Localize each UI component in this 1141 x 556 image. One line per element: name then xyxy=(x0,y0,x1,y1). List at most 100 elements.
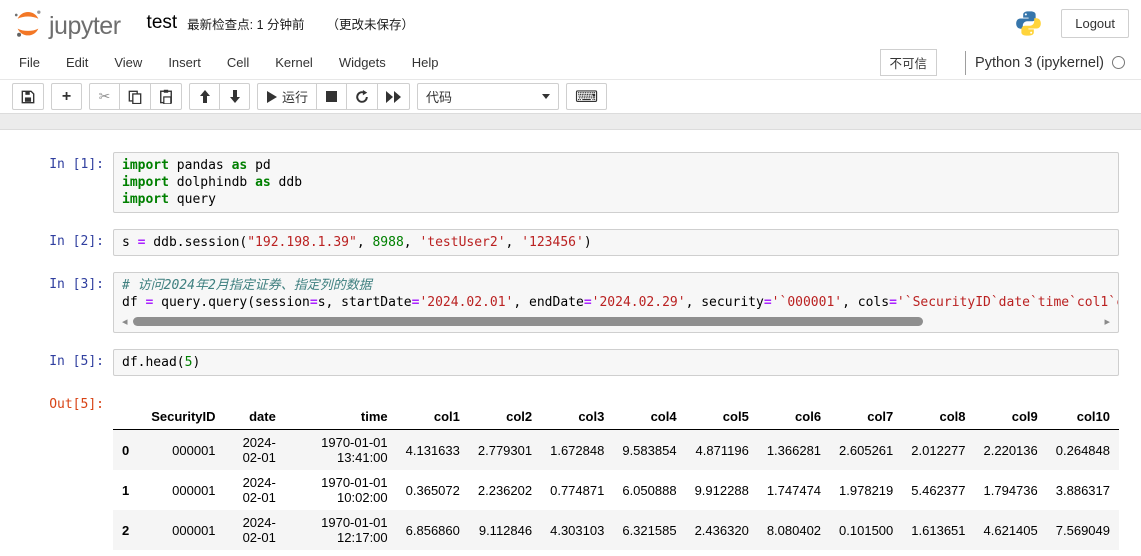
column-header xyxy=(113,404,143,430)
column-header: col5 xyxy=(685,404,758,430)
column-header: col6 xyxy=(757,404,831,430)
input-prompt: In [3]: xyxy=(49,277,104,292)
table-cell: 7.309790 xyxy=(758,550,830,556)
fast-forward-icon xyxy=(386,90,402,103)
trust-status-button[interactable]: 不可信 xyxy=(879,49,938,76)
restart-run-all-button[interactable] xyxy=(377,83,411,110)
code-input-area[interactable]: import pandas as pd import dolphindb as d… xyxy=(113,152,1119,213)
table-cell: 000001 xyxy=(172,482,216,498)
copy-cell-button[interactable] xyxy=(119,83,151,110)
table-cell: 000001 xyxy=(142,550,224,556)
column-header: SecurityID xyxy=(142,404,225,430)
table-cell: 4.871196 xyxy=(695,442,749,458)
row-index: 3 xyxy=(113,550,142,556)
column-header: col1 xyxy=(396,404,469,430)
column-header: time xyxy=(284,404,397,430)
table-cell: 4.303103 xyxy=(550,522,605,538)
table-cell: 7.299442 xyxy=(902,550,974,556)
cell-type-value: 代码 xyxy=(426,90,453,105)
table-cell: 2.779301 xyxy=(477,442,533,458)
table-cell: 7.569049 xyxy=(1055,522,1110,538)
restart-kernel-button[interactable] xyxy=(346,83,379,110)
column-header: col9 xyxy=(974,404,1047,430)
table-cell: 4.663135 xyxy=(469,550,541,556)
notebook-title[interactable]: test xyxy=(147,12,178,34)
table-cell: 2.605261 xyxy=(839,442,894,458)
horizontal-scrollbar[interactable]: ◂ ▸ xyxy=(122,316,1110,328)
table-cell: 1.978219 xyxy=(839,482,894,498)
menu-item-kernel[interactable]: Kernel xyxy=(262,47,326,78)
run-cell-button[interactable]: 运行 xyxy=(257,83,318,110)
menu-item-view[interactable]: View xyxy=(101,47,155,78)
paste-cell-button[interactable] xyxy=(150,83,182,110)
command-palette-button[interactable]: ⌨ xyxy=(566,83,608,110)
interrupt-kernel-button[interactable] xyxy=(316,83,348,110)
header-bottom-strip xyxy=(0,113,1141,130)
table-cell: 1970-01-01 13:41:00 xyxy=(321,435,388,465)
menubar-items: File Edit View Insert Cell Kernel Widgets Help xyxy=(6,47,452,78)
menu-item-cell[interactable]: Cell xyxy=(214,47,262,78)
table-row: 1 000001 2024-02-01 1970-01-01 10:02:00 0.36… xyxy=(113,470,1119,510)
table-cell: 2024-02-01 xyxy=(242,515,276,545)
up-arrow-icon xyxy=(199,90,210,103)
code-cell: In [2]: s = ddb.session("192.198.1.39", 8… xyxy=(0,229,1119,256)
table-cell: 1.747474 xyxy=(766,482,822,498)
jupyter-wordmark: jupyter xyxy=(49,12,121,40)
table-cell: 2.236202 xyxy=(477,482,533,498)
menu-item-help[interactable]: Help xyxy=(399,47,452,78)
table-cell: 4.131633 xyxy=(405,442,460,458)
table-cell: 0.101500 xyxy=(839,522,894,538)
menu-item-file[interactable]: File xyxy=(6,47,53,78)
table-cell: 1970-01-01 10:02:00 xyxy=(321,475,388,505)
paste-icon xyxy=(160,89,172,104)
menu-item-edit[interactable]: Edit xyxy=(53,47,101,78)
code-input-area[interactable]: df.head(5) xyxy=(113,349,1119,376)
cell-list: In [1]: import pandas as pd import dolphin… xyxy=(0,152,1141,376)
scroll-right-icon[interactable]: ▸ xyxy=(1104,316,1110,328)
insert-cell-below-button[interactable]: + xyxy=(51,83,82,110)
table-cell: 2024-02-01 xyxy=(225,550,285,556)
table-row: 0 000001 2024-02-01 1970-01-01 13:41:00 4.13… xyxy=(113,429,1119,470)
code-cell: In [1]: import pandas as pd import dolphin… xyxy=(0,152,1119,213)
input-prompt: In [2]: xyxy=(49,234,104,249)
table-cell: 2.012277 xyxy=(911,442,966,458)
jupyter-logo[interactable]: jupyter xyxy=(12,7,121,39)
save-button[interactable] xyxy=(12,83,44,110)
code-input-area[interactable]: # 访问2024年2月指定证券、指定列的数据 df = query.query(s… xyxy=(113,272,1119,333)
column-header: date xyxy=(224,404,285,430)
column-header: col4 xyxy=(613,404,686,430)
column-header: col7 xyxy=(830,404,903,430)
column-header: col2 xyxy=(468,404,542,430)
table-cell: 1970-01-01 12:17:00 xyxy=(321,515,388,545)
menu-item-widgets[interactable]: Widgets xyxy=(326,47,399,78)
table-row: 2 000001 2024-02-01 1970-01-01 12:17:00 6.85… xyxy=(113,510,1119,550)
table-cell: 1.794736 xyxy=(983,482,1038,498)
move-cell-up-button[interactable] xyxy=(189,83,220,110)
table-cell: 6.386362 xyxy=(541,550,613,556)
menu-item-insert[interactable]: Insert xyxy=(155,47,214,78)
logout-button[interactable]: Logout xyxy=(1061,8,1129,38)
restart-icon xyxy=(356,89,368,103)
table-cell: 8.080402 xyxy=(766,522,822,538)
table-cell: 000001 xyxy=(172,522,216,538)
table-cell: 0.264848 xyxy=(1055,442,1110,458)
kernel-name: Python 3 (ipykernel) xyxy=(975,54,1104,71)
table-cell: 2.555152 xyxy=(1047,550,1119,556)
code-input-area[interactable]: s = ddb.session("192.198.1.39", 8988, 't… xyxy=(113,229,1119,256)
autosave-status: （更改未保存） xyxy=(326,17,415,32)
run-label: 运行 xyxy=(282,90,309,105)
table-cell: 1.836753 xyxy=(397,550,469,556)
checkpoint-status: 最新检查点: 1 分钟前 xyxy=(187,17,305,32)
move-cell-down-button[interactable] xyxy=(219,83,250,110)
table-cell: 7.155398 xyxy=(975,550,1047,556)
scroll-left-icon[interactable]: ◂ xyxy=(122,316,128,328)
column-header: col3 xyxy=(541,404,614,430)
cell-type-dropdown[interactable]: 代码 xyxy=(417,83,560,110)
scrollbar-thumb[interactable] xyxy=(133,317,924,326)
cut-cell-button[interactable]: ✂ xyxy=(89,83,120,110)
code-lines: # 访问2024年2月指定证券、指定列的数据 df = query.query(s… xyxy=(122,278,1118,310)
column-header: col8 xyxy=(902,404,975,430)
table-cell: 1.366281 xyxy=(766,442,822,458)
table-cell: 6.856860 xyxy=(405,522,460,538)
table-cell: 0.725664 xyxy=(830,550,902,556)
